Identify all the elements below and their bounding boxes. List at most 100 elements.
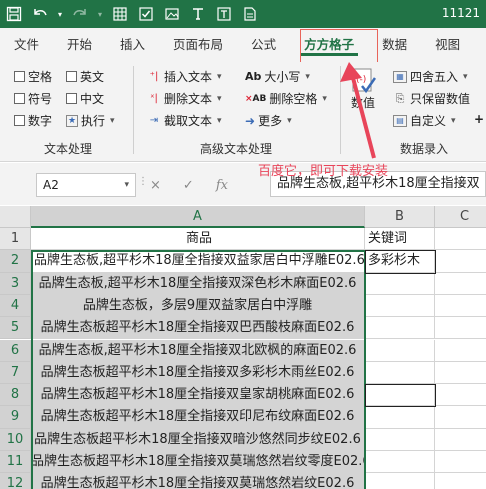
row-header[interactable]: 1 — [0, 228, 31, 251]
row-header[interactable]: 8 — [0, 384, 31, 407]
checkbox-number[interactable]: 数字 — [14, 112, 52, 129]
product-cell[interactable]: 品牌生态板超平杉木18厘全指接双莫瑞悠然岩纹零度E02.6 — [31, 451, 365, 474]
product-cell[interactable]: 品牌生态板超平杉木18厘全指接双多彩杉木雨丝E02.6 — [31, 361, 365, 385]
empty-cell[interactable] — [435, 228, 486, 251]
case-button[interactable]: Ab 大小写 ▾ — [245, 68, 310, 85]
empty-cell[interactable] — [435, 340, 486, 362]
undo-icon[interactable] — [28, 2, 52, 26]
keyword-cell[interactable] — [365, 272, 435, 295]
empty-cell[interactable] — [435, 473, 486, 489]
keyword-cell[interactable] — [365, 473, 435, 489]
empty-cell[interactable] — [435, 384, 486, 407]
row-header[interactable]: 6 — [0, 339, 31, 362]
checkbox-box[interactable] — [66, 93, 77, 104]
tab-home[interactable]: 开始 — [53, 28, 106, 62]
cancel-icon[interactable]: × — [150, 178, 161, 193]
empty-cell[interactable] — [435, 362, 486, 385]
empty-cell[interactable] — [435, 317, 486, 340]
chevron-down-icon: ▾ — [217, 93, 222, 104]
product-cell[interactable]: 品牌生态板,超平杉木18厘全指接双益家居白中浮雕E02.6 — [31, 250, 365, 273]
more-button[interactable]: ➜ 更多 ▾ — [245, 112, 292, 129]
row-header[interactable]: 9 — [0, 406, 31, 429]
column-header-b[interactable]: B — [365, 206, 435, 228]
keyword-cell[interactable] — [365, 361, 435, 385]
extract-text-button[interactable]: ⇥ 截取文本 ▾ — [147, 112, 222, 129]
empty-cell[interactable] — [435, 451, 486, 474]
empty-cell[interactable] — [435, 273, 486, 295]
image-icon[interactable] — [160, 2, 184, 26]
row-header[interactable]: 3 — [0, 272, 31, 295]
product-cell[interactable]: 品牌生态板,超平杉木18厘全指接双深色杉木麻面E02.6 — [31, 272, 365, 295]
tab-view[interactable]: 视图 — [421, 28, 474, 62]
header-cell[interactable]: 商品 — [31, 228, 365, 251]
checkbox-chinese[interactable]: 中文 — [66, 90, 104, 107]
undo-dropdown-icon[interactable]: ▾ — [54, 2, 66, 26]
name-box[interactable]: A2 ▾ — [36, 173, 136, 197]
redo-dropdown-icon[interactable]: ▾ — [94, 2, 106, 26]
column-header-c[interactable]: C — [435, 206, 486, 228]
checkbox-label: 数字 — [28, 114, 53, 128]
confirm-icon[interactable]: ✓ — [183, 178, 194, 193]
add-icon[interactable]: + — [474, 112, 484, 126]
row-header[interactable]: 2 — [0, 250, 31, 273]
checkbox-symbol[interactable]: 符号 — [14, 90, 52, 107]
product-cell[interactable]: 品牌生态板超平杉木18厘全指接双巴西酸枝麻面E02.6 — [31, 317, 365, 340]
chevron-down-icon: ▾ — [110, 115, 115, 126]
header-cell[interactable]: 关键词 — [365, 228, 435, 251]
empty-cell[interactable] — [435, 406, 486, 429]
checkbox-box[interactable] — [14, 93, 25, 104]
tab-file[interactable]: 文件 — [0, 28, 53, 62]
row-header[interactable]: 4 — [0, 294, 31, 318]
keyword-cell[interactable]: 多彩杉木 — [365, 250, 435, 273]
product-cell[interactable]: 品牌生态板超平杉木18厘全指接双皇家胡桃麻面E02.6 — [31, 384, 365, 407]
row-header[interactable]: 11 — [0, 451, 31, 474]
row-header[interactable]: 5 — [0, 317, 31, 340]
tab-page-layout[interactable]: 页面布局 — [159, 28, 237, 62]
checkbox-box[interactable] — [66, 71, 77, 82]
spreadsheet-grid: A B C 1 商品 关键词 2 品牌生态板,超平杉木18厘全指接双益家居白中浮雕E02… — [0, 206, 486, 489]
execute-button[interactable]: ★ 执行 ▾ — [66, 112, 115, 129]
row-header[interactable]: 10 — [0, 428, 31, 451]
text-icon[interactable] — [186, 2, 210, 26]
product-cell[interactable]: 品牌生态板，多层9厘双益家居白中浮雕 — [31, 294, 365, 318]
delete-space-button[interactable]: × AB 删除空格 ▾ — [245, 90, 327, 107]
keyword-cell[interactable] — [365, 428, 435, 451]
keyword-cell[interactable] — [365, 451, 435, 474]
product-cell[interactable]: 品牌生态板,超平杉木18厘全指接双北欧枫的麻面E02.6 — [31, 339, 365, 362]
empty-cell[interactable] — [435, 429, 486, 451]
checkbox-box[interactable] — [14, 115, 25, 126]
row-header[interactable]: 12 — [0, 473, 31, 489]
tab-formulas[interactable]: 公式 — [237, 28, 290, 62]
round-button[interactable]: ▦ 四舍五入 ▾ — [393, 68, 468, 85]
checkbox-english[interactable]: 英文 — [66, 68, 104, 85]
product-cell[interactable]: 品牌生态板超平杉木18厘全指接双莫瑞悠然岩纹E02.6 — [31, 473, 365, 489]
save-icon[interactable] — [2, 2, 26, 26]
product-cell[interactable]: 品牌生态板超平杉木18厘全指接双暗沙悠然同步纹E02.6 — [31, 428, 365, 451]
checkbox-icon[interactable] — [134, 2, 158, 26]
table-icon[interactable] — [108, 2, 132, 26]
tab-insert[interactable]: 插入 — [106, 28, 159, 62]
keyword-cell[interactable] — [365, 317, 435, 340]
keyword-cell[interactable] — [365, 339, 435, 362]
empty-cell[interactable] — [435, 250, 486, 273]
download-note: 百度它，即可下载安装 — [258, 164, 389, 179]
text-box-icon[interactable] — [212, 2, 236, 26]
custom-button[interactable]: ▤ 自定义 ▾ — [393, 112, 456, 129]
keyword-cell[interactable] — [365, 406, 435, 429]
document-icon[interactable] — [238, 2, 262, 26]
fx-icon[interactable]: fx — [216, 178, 228, 193]
insert-text-button[interactable]: ⁺| 插入文本 ▾ — [147, 68, 222, 85]
column-header-a[interactable]: A — [31, 206, 365, 228]
keyword-cell[interactable] — [365, 384, 435, 407]
case-icon: Ab — [245, 70, 262, 83]
delete-text-button[interactable]: ˣ| 删除文本 ▾ — [147, 90, 222, 107]
product-cell[interactable]: 品牌生态板超平杉木18厘全指接双印尼布纹麻面E02.6 — [31, 406, 365, 429]
keep-numbers-button[interactable]: ⎘ 只保留数值 — [393, 90, 470, 107]
checkbox-box[interactable] — [14, 71, 25, 82]
select-all-corner[interactable] — [0, 206, 31, 228]
row-header[interactable]: 7 — [0, 361, 31, 385]
keyword-cell[interactable] — [365, 294, 435, 318]
empty-cell[interactable] — [435, 295, 486, 318]
checkbox-space[interactable]: 空格 — [14, 68, 52, 85]
redo-icon[interactable] — [68, 2, 92, 26]
